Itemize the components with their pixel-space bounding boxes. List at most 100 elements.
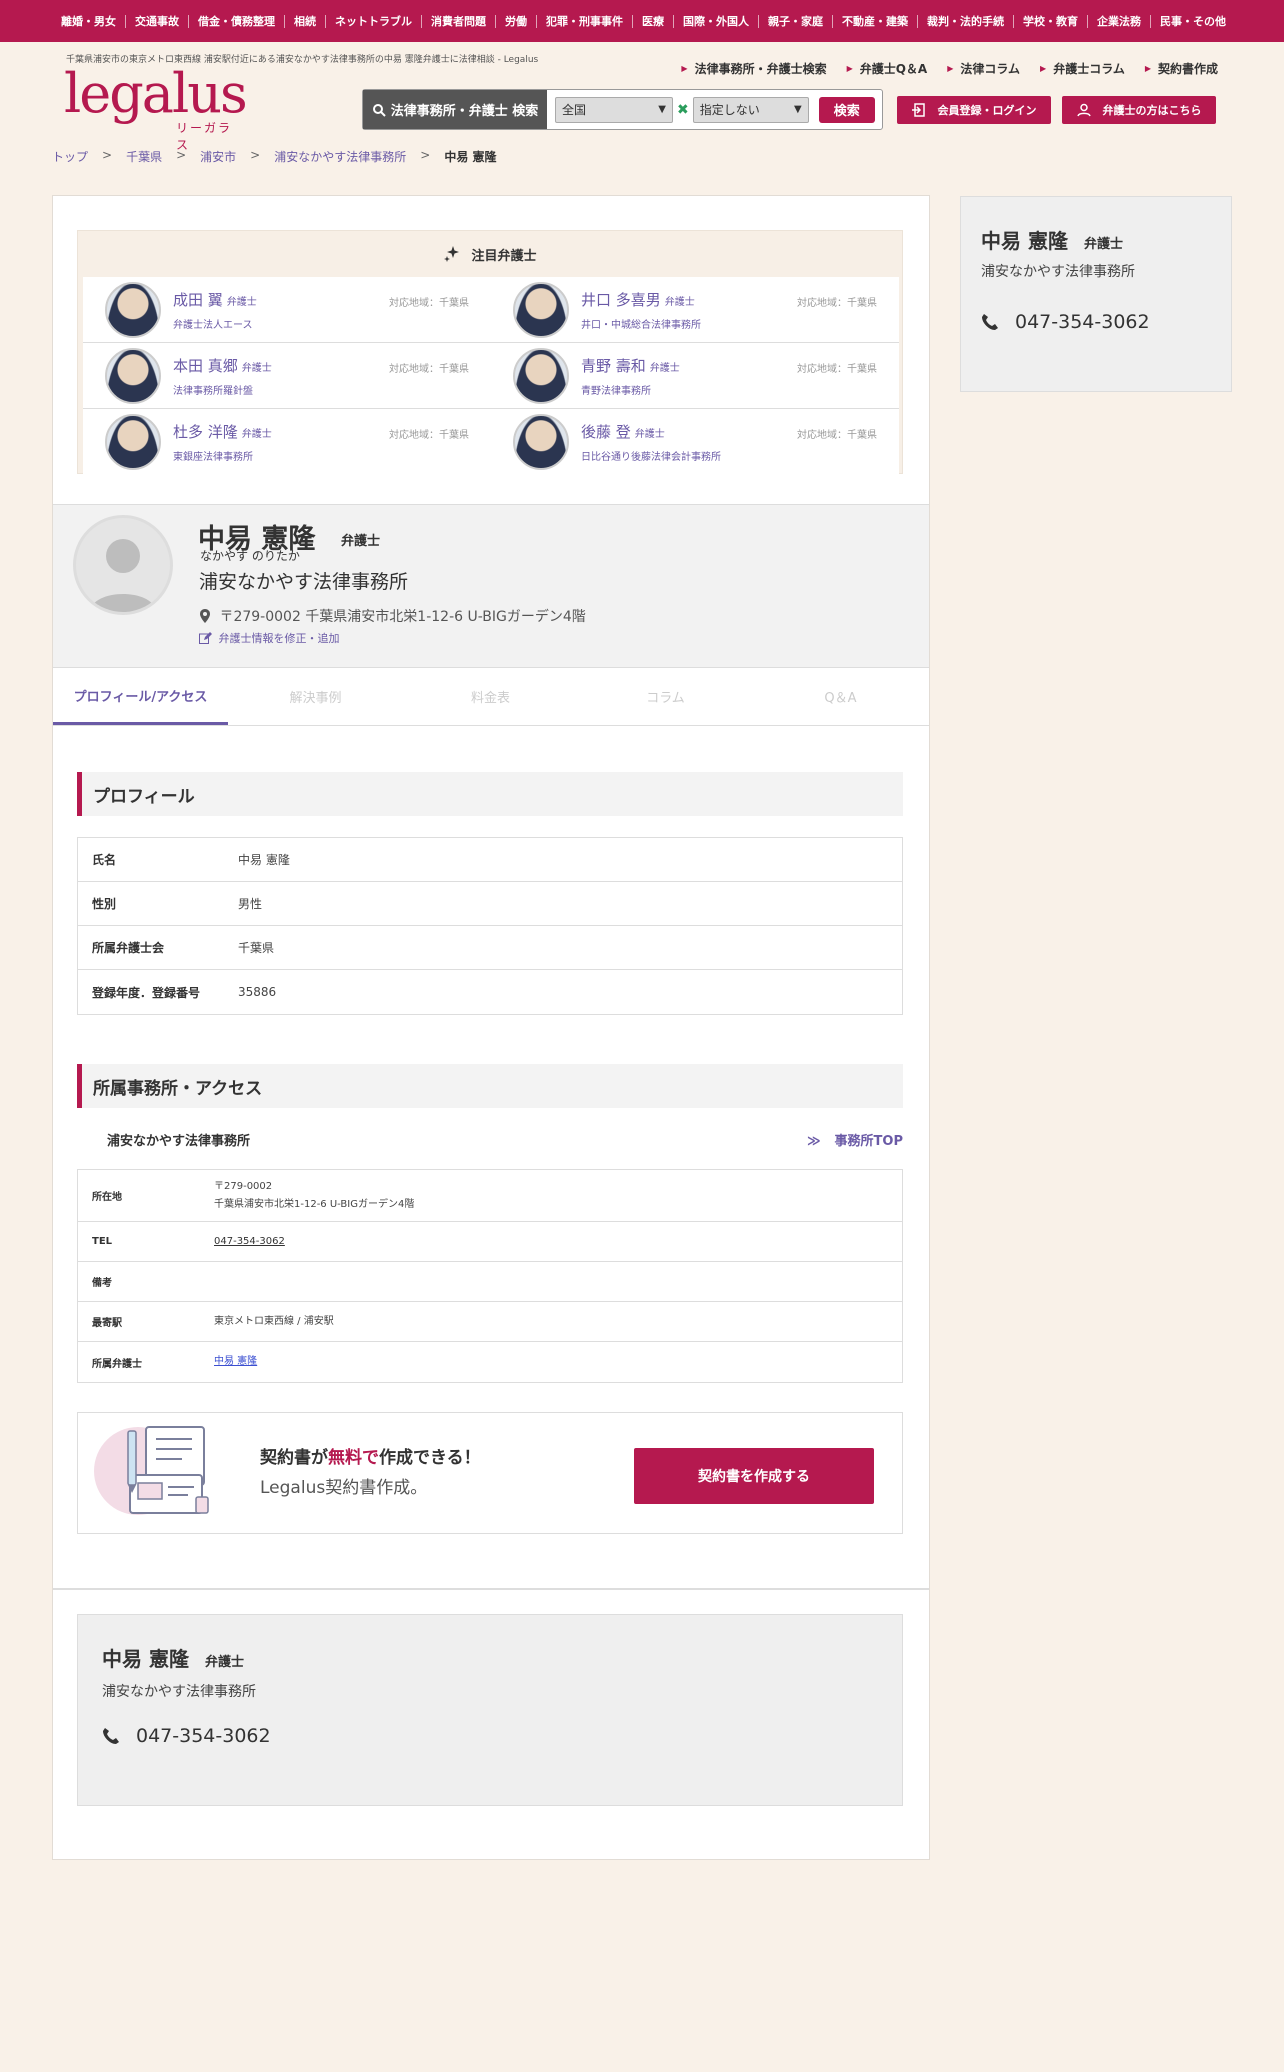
- featured-lawyer[interactable]: 本田 真郷 弁護士 法律事務所羅針盤 対応地域：千葉県: [83, 343, 491, 408]
- table-value: 中易 憲隆: [238, 853, 290, 867]
- category-link[interactable]: 裁判・法的手続: [918, 14, 1014, 28]
- login-button[interactable]: 会員登録・ログイン: [897, 96, 1051, 124]
- contract-banner: 契約書が無料で作成できる！ Legalus契約書作成。 契約書を作成する: [77, 1412, 903, 1534]
- featured-lawyer-name[interactable]: 本田 真郷 弁護士: [173, 355, 272, 376]
- avatar: [105, 281, 161, 338]
- featured-lawyer-role: 弁護士: [664, 296, 695, 308]
- featured-lawyer-name[interactable]: 青野 壽和 弁護士: [581, 355, 680, 376]
- breadcrumb-separator: >: [176, 148, 187, 162]
- category-link[interactable]: 交通事故: [126, 14, 189, 28]
- table-row: 所属弁護士 中易 憲隆: [78, 1342, 902, 1382]
- side-card-phone-text: 047-354-3062: [1015, 311, 1150, 333]
- category-link[interactable]: 不動産・建築: [833, 14, 918, 28]
- category-link[interactable]: 犯罪・刑事事件: [537, 14, 633, 28]
- featured-lawyer-name[interactable]: 成田 翼弁護士: [173, 289, 257, 310]
- category-select[interactable]: 指定しない ▼: [692, 96, 809, 123]
- featured-lawyer-firm[interactable]: 法律事務所羅針盤: [173, 382, 272, 397]
- phone-icon: [982, 314, 998, 330]
- header-link-column[interactable]: 法律コラム: [947, 60, 1020, 77]
- lawyer-entry-button-label: 弁護士の方はこちら: [1102, 104, 1202, 117]
- breadcrumb-separator: >: [250, 148, 261, 162]
- side-card-phone[interactable]: 047-354-3062: [981, 311, 1150, 333]
- featured-lawyer-name-text: 成田 翼: [173, 290, 223, 309]
- header-link-qa[interactable]: 弁護士Q＆A: [847, 60, 928, 77]
- login-button-label: 会員登録・ログイン: [937, 104, 1037, 117]
- featured-lawyer-role: 弁護士: [649, 362, 680, 374]
- table-key: TEL: [92, 1236, 113, 1247]
- table-key: 所属弁護士会: [92, 941, 165, 955]
- category-link[interactable]: 借金・債務整理: [189, 14, 285, 28]
- office-top-link[interactable]: ≫ 事務所TOP: [807, 1130, 903, 1149]
- featured-lawyer-name[interactable]: 後藤 登弁護士: [581, 421, 721, 442]
- category-link[interactable]: 労働: [496, 14, 537, 28]
- featured-lawyer[interactable]: 青野 壽和 弁護士 青野法律事務所 対応地域：千葉県: [491, 343, 899, 408]
- edit-lawyer-link[interactable]: 弁護士情報を修正・追加: [199, 630, 340, 646]
- tab-profile-access[interactable]: プロフィール/アクセス: [53, 668, 228, 725]
- header-link-search[interactable]: 法律事務所・弁護士検索: [681, 60, 827, 77]
- featured-lawyer-firm[interactable]: 東銀座法律事務所: [173, 448, 272, 463]
- tab-cases[interactable]: 解決事例: [228, 668, 403, 725]
- contact-card-side: 中易 憲隆 弁護士 浦安なかやす法律事務所 047-354-3062: [960, 196, 1232, 392]
- category-link[interactable]: 学校・教育: [1014, 14, 1088, 28]
- featured-lawyer-firm[interactable]: 弁護士法人エース: [173, 316, 257, 331]
- featured-lawyer-info: 成田 翼弁護士 弁護士法人エース: [173, 289, 257, 331]
- breadcrumb-link[interactable]: 浦安市: [200, 148, 236, 165]
- header-link-lawyer-column[interactable]: 弁護士コラム: [1040, 60, 1125, 77]
- close-icon[interactable]: ✖: [677, 102, 689, 118]
- category-link[interactable]: 医療: [633, 14, 674, 28]
- user-icon: [1076, 103, 1091, 117]
- featured-lawyer-name[interactable]: 杜多 洋隆 弁護士: [173, 421, 272, 442]
- office-lawyer-link[interactable]: 中易 憲隆: [214, 1353, 257, 1371]
- featured-lawyer-firm[interactable]: 日比谷通り後藤法律会計事務所: [581, 448, 721, 463]
- featured-lawyer-info: 青野 壽和 弁護士 青野法律事務所: [581, 355, 680, 397]
- contract-banner-headline-a: 契約書が: [260, 1448, 328, 1468]
- table-key: 氏名: [92, 853, 117, 867]
- table-value: 男性: [238, 897, 263, 911]
- side-card-name-line: 中易 憲隆 弁護士: [981, 225, 1123, 254]
- breadcrumb-link[interactable]: トップ: [52, 148, 88, 165]
- featured-lawyer-firm[interactable]: 井口・中城総合法律事務所: [581, 316, 701, 331]
- region-select[interactable]: 全国 ▼: [555, 96, 673, 123]
- site-logo[interactable]: legalus リーガラス: [64, 64, 248, 153]
- header-link-contract[interactable]: 契約書作成: [1145, 60, 1218, 77]
- featured-lawyer-area: 対応地域：千葉県: [797, 298, 877, 309]
- category-link[interactable]: 親子・家庭: [759, 14, 833, 28]
- search-button[interactable]: 検索: [818, 96, 875, 123]
- side-card-role: 弁護士: [1083, 237, 1123, 252]
- featured-lawyer-name-text: 杜多 洋隆: [173, 423, 238, 441]
- table-value: 35886: [238, 985, 277, 999]
- tab-fees[interactable]: 料金表: [403, 668, 578, 725]
- featured-lawyer[interactable]: 杜多 洋隆 弁護士 東銀座法律事務所 対応地域：千葉県: [83, 409, 491, 475]
- profile-tabs: プロフィール/アクセス 解決事例 料金表 コラム Q＆A: [53, 668, 929, 726]
- contact-card-name-line: 中易 憲隆 弁護士: [102, 1643, 244, 1672]
- tab-qa[interactable]: Q＆A: [753, 668, 928, 725]
- office-top-link-text: 事務所TOP: [834, 1133, 903, 1149]
- category-nav: 離婚・男女 交通事故 借金・債務整理 相続 ネットトラブル 消費者問題 労働 犯…: [0, 0, 1284, 42]
- create-contract-button[interactable]: 契約書を作成する: [634, 1448, 874, 1504]
- contact-card-phone-text: 047-354-3062: [136, 1725, 271, 1747]
- category-link[interactable]: 離婚・男女: [52, 14, 126, 28]
- breadcrumb-link[interactable]: 千葉県: [126, 148, 162, 165]
- contact-card-phone[interactable]: 047-354-3062: [102, 1725, 271, 1747]
- category-link[interactable]: 民事・その他: [1151, 15, 1235, 28]
- featured-lawyer[interactable]: 井口 多喜男 弁護士 井口・中城総合法律事務所 対応地域：千葉県: [491, 277, 899, 342]
- category-link[interactable]: 消費者問題: [422, 14, 496, 28]
- contract-banner-subtitle: Legalus契約書作成。: [260, 1478, 428, 1498]
- category-link[interactable]: ネットトラブル: [326, 14, 422, 28]
- featured-title-text: 注目弁護士: [471, 248, 537, 264]
- tab-column[interactable]: コラム: [578, 668, 753, 725]
- lawyer-entry-button[interactable]: 弁護士の方はこちら: [1062, 96, 1216, 124]
- phone-icon: [103, 1728, 119, 1744]
- featured-lawyer-name-text: 後藤 登: [581, 423, 631, 441]
- featured-row: 本田 真郷 弁護士 法律事務所羅針盤 対応地域：千葉県 青野 壽和 弁護士 青野法律…: [83, 343, 899, 409]
- featured-lawyer[interactable]: 後藤 登弁護士 日比谷通り後藤法律会計事務所 対応地域：千葉県: [491, 409, 899, 475]
- office-phone-link[interactable]: 047-354-3062: [214, 1233, 285, 1251]
- featured-lawyer[interactable]: 成田 翼弁護士 弁護士法人エース 対応地域：千葉県: [83, 277, 491, 342]
- category-link[interactable]: 相続: [285, 14, 326, 28]
- side-card-firm: 浦安なかやす法律事務所: [981, 264, 1135, 280]
- breadcrumb-link[interactable]: 浦安なかやす法律事務所: [274, 148, 406, 165]
- category-link[interactable]: 国際・外国人: [674, 14, 759, 28]
- featured-lawyer-firm[interactable]: 青野法律事務所: [581, 382, 680, 397]
- category-link[interactable]: 企業法務: [1088, 14, 1151, 28]
- featured-lawyer-name[interactable]: 井口 多喜男 弁護士: [581, 289, 701, 310]
